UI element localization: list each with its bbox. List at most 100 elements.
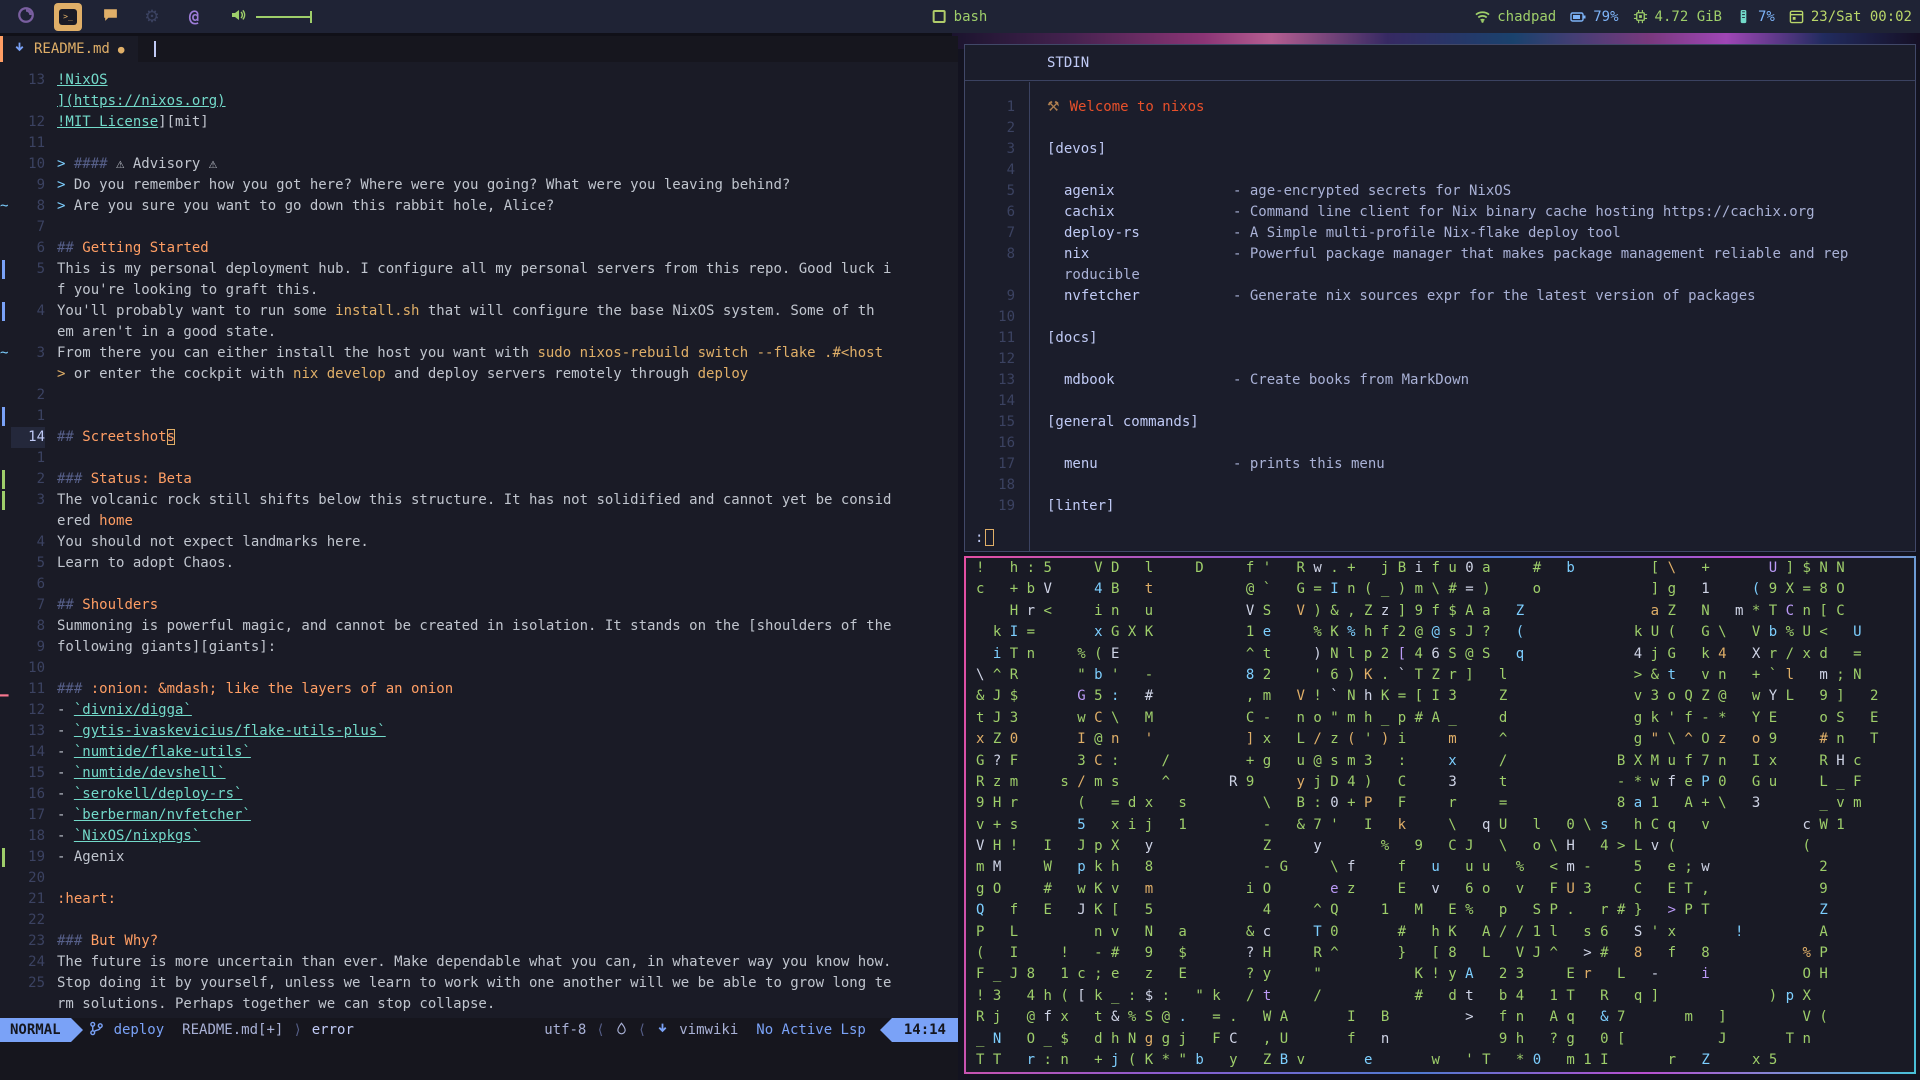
editor-line[interactable]: 25 Stop doing it by yourself, unless we l… — [0, 973, 958, 994]
mode-indicator: NORMAL — [0, 1018, 83, 1042]
editor-line[interactable]: 21:heart: — [0, 889, 958, 910]
volume-slider[interactable] — [256, 10, 312, 23]
editor-line[interactable]: ~8 > Are you sure you want to go down thi… — [0, 196, 958, 217]
calendar-icon — [1789, 9, 1804, 24]
editor-line[interactable]: 6 ## Getting Started — [0, 238, 958, 259]
pager-line: 3 [devos] — [965, 139, 1915, 160]
editor-line[interactable]: 16 - `serokell/deploy-rs` — [0, 784, 958, 805]
editor-line[interactable]: 2 ### Status: Beta — [0, 469, 958, 490]
editor-line[interactable]: 12 !MIT License][mit] — [0, 112, 958, 133]
pager-line-number: 11 — [998, 330, 1015, 346]
workspace-chat-icon[interactable] — [96, 3, 124, 31]
status-value: 23/Sat 00:02 — [1810, 8, 1912, 25]
pager-line-text — [1015, 433, 1047, 454]
editor-line[interactable]: 15 - `numtide/devshell` — [0, 763, 958, 784]
editor-line[interactable]: 4 You should not expect landmarks here. — [0, 532, 958, 553]
clock-label: 14:14 — [879, 1018, 958, 1042]
editor-line[interactable]: f you're looking to graft this. — [0, 280, 958, 301]
chevron-left-icon: ⟨ — [596, 1022, 605, 1038]
editor-line[interactable]: rm solutions. Perhaps together we can st… — [0, 994, 958, 1015]
editor-line[interactable]: 9 following giants][giants]: — [0, 637, 958, 658]
status-cpu[interactable]: 4.72 GiB — [1633, 9, 1722, 25]
editor-line[interactable]: ~3 From there you can either install the … — [0, 343, 958, 364]
diagnostic-label: error — [311, 1022, 354, 1038]
workspace-at-icon[interactable]: @ — [180, 3, 208, 31]
tab-readme[interactable]: README.md ● — [0, 36, 139, 62]
editor-line[interactable]: 23 ### But Why? — [0, 931, 958, 952]
pager-line: 14 — [965, 391, 1915, 412]
editor-line[interactable]: 13 !NixOS — [0, 70, 958, 91]
editor-line[interactable]: 19 - Agenix — [0, 847, 958, 868]
editor-line[interactable]: 22 — [0, 910, 958, 931]
pager-line-number: 7 — [1006, 225, 1015, 241]
line-text: > Are you sure you want to go down this … — [57, 198, 555, 214]
editor-line[interactable]: 14 - `numtide/flake-utils` — [0, 742, 958, 763]
pager-content[interactable]: 1 ⚒ Welcome to nixos 2 3 [devos] 4 5 agenix - age… — [965, 97, 1915, 517]
gutter-sign — [0, 637, 11, 658]
pager-line-number: 17 — [998, 456, 1015, 472]
editor-line[interactable]: 9 > Do you remember how you got here? Whe… — [0, 175, 958, 196]
battery-icon — [1570, 9, 1586, 25]
editor-line[interactable]: 13 - `gytis-ivaskevicius/flake-utils-plus… — [0, 721, 958, 742]
filetype-label: vimwiki — [679, 1022, 739, 1038]
status-battery[interactable]: 79% — [1570, 9, 1619, 25]
editor-line[interactable]: 1 — [0, 448, 958, 469]
line-number: 6 — [36, 240, 45, 256]
editor-line[interactable]: 4 You'll probably want to run some instal… — [0, 301, 958, 322]
editor-line[interactable]: ered home — [0, 511, 958, 532]
line-number: 7 — [36, 597, 45, 613]
workspace-gear-icon[interactable]: ⚙ — [138, 3, 166, 31]
gutter-sign — [0, 994, 11, 1015]
workspace-terminal-icon[interactable]: >_ — [54, 2, 82, 31]
status-calendar[interactable]: 23/Sat 00:02 — [1789, 9, 1912, 25]
editor-line[interactable]: 1 — [0, 406, 958, 427]
editor-line[interactable]: > or enter the cockpit with nix develop … — [0, 364, 958, 385]
editor-line[interactable]: 7 ## Shoulders — [0, 595, 958, 616]
editor-line[interactable]: 24 The future is more uncertain than ever… — [0, 952, 958, 973]
line-text: - `serokell/deploy-rs` — [57, 786, 243, 802]
editor-line[interactable]: 8 Summoning is powerful magic, and cannot… — [0, 616, 958, 637]
terminal-icon: >_ — [59, 8, 77, 25]
editor-line[interactable]: 2 — [0, 385, 958, 406]
editor-line[interactable]: 11 — [0, 133, 958, 154]
editor-line[interactable]: 10 — [0, 658, 958, 679]
pager-line-number: 2 — [1006, 120, 1015, 136]
pager-line-number: 5 — [1006, 183, 1015, 199]
gutter-sign — [0, 868, 11, 889]
editor-line[interactable]: 5 Learn to adopt Chaos. — [0, 553, 958, 574]
workspace-firefox-icon[interactable] — [12, 3, 40, 31]
gutter-sign — [0, 721, 11, 742]
pager-line-number: 6 — [1006, 204, 1015, 220]
editor-line[interactable]: ▁ 11 ### :onion: &mdash; like the layers o… — [0, 679, 958, 700]
status-wifi[interactable]: chadpad — [1475, 9, 1556, 25]
line-number: 4 — [36, 534, 45, 550]
volume-control[interactable] — [230, 7, 312, 27]
editor-line[interactable]: 10 > #### ⚠ Advisory ⚠ — [0, 154, 958, 175]
pager-line: 8 nix - Powerful package manager that make… — [965, 244, 1915, 265]
line-number: 3 — [36, 345, 45, 361]
editor-line[interactable]: 12 - `divnix/digga` — [0, 700, 958, 721]
matrix-terminal-window[interactable]: ! h : 5 V D l D f ' R w . + j B i f u 0 … — [964, 556, 1916, 1074]
pager-prompt[interactable]: : — [975, 529, 995, 546]
status-ram[interactable]: 7% — [1736, 9, 1775, 25]
chevron-right-icon: ⟩ — [293, 1022, 302, 1038]
editor-line[interactable]: 18 - `NixOS/nixpkgs` — [0, 826, 958, 847]
editor-line[interactable]: 14 ## Screetshots — [0, 427, 958, 448]
editor-line[interactable]: ](https://nixos.org) — [0, 91, 958, 112]
line-text: ](https://nixos.org) — [57, 93, 226, 109]
pager-line: 9 nvfetcher - Generate nix sources expr fo… — [965, 286, 1915, 307]
editor-cmdline[interactable] — [0, 1042, 958, 1080]
editor-line[interactable]: 3 The volcanic rock still shifts below th… — [0, 490, 958, 511]
editor-line[interactable]: 6 — [0, 574, 958, 595]
editor-line[interactable]: em aren't in a good state. — [0, 322, 958, 343]
line-number: 15 — [28, 765, 45, 781]
pager-gutter-divider — [1029, 82, 1030, 551]
line-number: 21 — [28, 891, 45, 907]
editor-line[interactable]: 7 — [0, 217, 958, 238]
editor-line[interactable]: 5 This is my personal deployment hub. I c… — [0, 259, 958, 280]
editor-buffer[interactable]: 13 !NixOS ](https://nixos.org) 12 !MIT Licen… — [0, 62, 958, 1018]
line-number: 12 — [28, 702, 45, 718]
statusline-filename: README.md[+] — [182, 1022, 284, 1038]
editor-line[interactable]: 20 — [0, 868, 958, 889]
editor-line[interactable]: 17 - `berberman/nvfetcher` — [0, 805, 958, 826]
